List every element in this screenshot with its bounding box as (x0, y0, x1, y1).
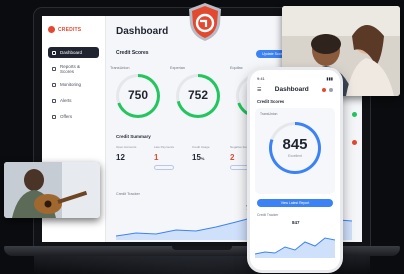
sidebar-item-label: Offers (60, 114, 73, 119)
view-chip[interactable] (154, 165, 174, 170)
sidebar-item-label: Dashboard (60, 50, 83, 55)
score-card-experian[interactable]: Experian 752 (170, 66, 226, 126)
phone-tracker-chart (255, 237, 335, 258)
credit-scores-heading: Credit Scores (116, 50, 149, 56)
score-gauge: 750 (116, 74, 160, 118)
score-value: 752 (187, 88, 209, 102)
summary-label: Late Payments (154, 145, 175, 149)
phone-header: ☰ Dashboard (250, 81, 340, 93)
view-report-button[interactable]: View Latest Report (257, 199, 333, 207)
phone-tracker-value: 847 (292, 220, 300, 225)
bureau-label: TransUnion (260, 112, 278, 116)
sidebar-item-offers[interactable]: Offers (48, 111, 99, 122)
phone-score-status: Excellent (288, 154, 302, 158)
view-chip[interactable] (230, 165, 250, 170)
phone-mockup: 9:41 ▮▮▮ ☰ Dashboard Credit Scores Trans… (250, 70, 340, 270)
score-gauge: 752 (176, 74, 220, 118)
phone-section-title: Credit Scores (257, 99, 285, 104)
summary-value: 15% (192, 153, 205, 162)
logo-text: CREDITS (58, 26, 82, 33)
phone-tracker-title: Credit Tracker (257, 213, 279, 217)
dashboard-icon (52, 50, 56, 55)
settings-icon[interactable] (329, 87, 333, 92)
summary-value: 1 (154, 153, 159, 162)
offers-icon (52, 114, 56, 119)
guitar-photo (4, 162, 100, 218)
guitar-illustration (4, 162, 100, 218)
phone-score-gauge: 845 Excellent (269, 122, 321, 174)
summary-item[interactable]: Late Payments 1 (154, 145, 182, 170)
phone-score-value: 845 (282, 136, 308, 153)
logo-icon (48, 26, 55, 33)
brand-logo[interactable]: CREDITS (48, 26, 99, 33)
bell-icon[interactable] (322, 87, 326, 92)
sidebar-item-reports[interactable]: Reports & Scores (48, 63, 99, 74)
sidebar-item-monitoring[interactable]: Monitoring (48, 79, 99, 90)
sidebar-item-alerts[interactable]: Alerts (48, 95, 99, 106)
score-value: 750 (127, 88, 149, 102)
sidebar-item-label: Alerts (60, 98, 72, 103)
promo-stage: CREDITS Dashboard Reports & Scores Monit… (0, 0, 404, 274)
bureau-label: Experian (170, 66, 185, 70)
sidebar-item-dashboard[interactable]: Dashboard (48, 47, 99, 58)
score-card-transunion[interactable]: TransUnion 750 (110, 66, 166, 126)
bureau-label: TransUnion (110, 66, 130, 70)
sidebar-item-label: Monitoring (60, 82, 82, 87)
monitoring-icon (52, 82, 56, 87)
laptop-notch (172, 246, 232, 250)
reports-icon (52, 66, 56, 71)
phone-signal-icon: ▮▮▮ (326, 76, 333, 81)
summary-label: Open Accounts (116, 145, 137, 149)
phone-menu-icon[interactable]: ☰ (257, 87, 261, 93)
sidebar-item-label: Reports & Scores (59, 63, 80, 74)
summary-value: 12 (116, 153, 125, 162)
summary-item[interactable]: Open Accounts 12 (116, 145, 144, 170)
shield-logo-icon (186, 2, 224, 42)
summary-label: Credit Usage (192, 145, 210, 149)
phone-time: 9:41 (257, 76, 265, 81)
bell-icon (52, 98, 56, 103)
phone-score-card[interactable]: TransUnion 845 Excellent (255, 108, 335, 194)
phone-status-bar: 9:41 ▮▮▮ (250, 70, 340, 81)
phone-title: Dashboard (274, 86, 309, 93)
summary-item[interactable]: Credit Usage 15% (192, 145, 220, 170)
